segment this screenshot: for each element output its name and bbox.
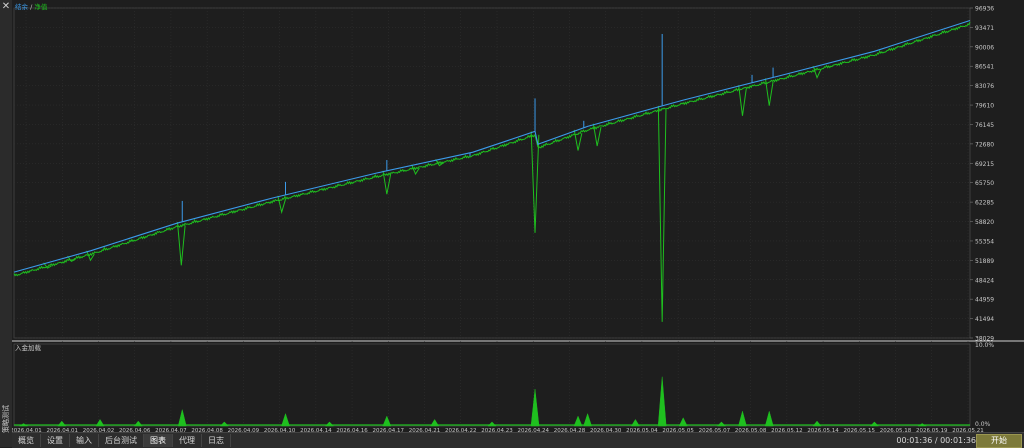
- elapsed-timer: 00:01:36 / 00:01:36: [896, 436, 976, 445]
- side-title: 策略测试: [0, 400, 12, 440]
- y-tick-label: 51889: [975, 258, 994, 265]
- tab-5[interactable]: 代理: [173, 434, 202, 447]
- y-tick-label: 55354: [975, 238, 994, 245]
- tester-tab-bar: 概览 设置 输入 后台测试 图表 代理 日志 00:01:36 / 00:01:36 开始: [12, 432, 1024, 448]
- y-tick-label: 41494: [975, 316, 994, 323]
- tab-2[interactable]: 输入: [70, 434, 99, 447]
- chart-canvas: 96936 93471 90006 86541 83076 79610 76145 72680…: [12, 0, 1024, 432]
- y-tick-label: 79610: [975, 103, 994, 110]
- tabs: 概览 设置 输入 后台测试 图表 代理 日志: [12, 433, 231, 448]
- legend-equity: 净值: [34, 2, 48, 11]
- start-button[interactable]: 开始: [976, 434, 1022, 448]
- y-tick-label: 90006: [975, 44, 994, 51]
- equity-chart[interactable]: 96936 93471 90006 86541 83076 79610 76145 72680…: [12, 0, 1024, 432]
- strategy-tester-window: ✕ 策略测试 96936 93471 90006 86541 83076 79610 761…: [0, 0, 1024, 448]
- chart-background: [12, 0, 1024, 432]
- side-title-text: 策略测试: [2, 405, 10, 433]
- tab-6[interactable]: 日志: [202, 434, 231, 447]
- legend-balance: 结余: [15, 2, 29, 11]
- sub-y-tick-label: 0.0%: [975, 421, 991, 428]
- y-tick-label: 65750: [975, 180, 994, 187]
- y-tick-label: 44959: [975, 297, 994, 304]
- tab-3[interactable]: 后台测试: [99, 434, 144, 447]
- y-tick-label: 96936: [975, 6, 994, 13]
- y-tick-label: 93471: [975, 25, 994, 32]
- y-tick-label: 76145: [975, 122, 994, 129]
- tab-4[interactable]: 图表: [144, 434, 173, 447]
- sub-y-tick-label: 10.0%: [975, 342, 994, 349]
- tab-0[interactable]: 概览: [12, 434, 41, 447]
- y-tick-label: 62285: [975, 200, 994, 207]
- y-tick-label: 72680: [975, 141, 994, 148]
- close-icon[interactable]: ✕: [1, 2, 11, 12]
- tab-1[interactable]: 设置: [41, 434, 70, 447]
- y-tick-label: 86541: [975, 64, 994, 71]
- sub-panel-title: 入金加载: [15, 343, 42, 352]
- y-tick-label: 69215: [975, 161, 994, 168]
- y-tick-label: 48424: [975, 277, 994, 284]
- y-tick-label: 58820: [975, 219, 994, 226]
- y-tick-label: 83076: [975, 83, 994, 90]
- legend: 结余 / 净值: [15, 2, 48, 11]
